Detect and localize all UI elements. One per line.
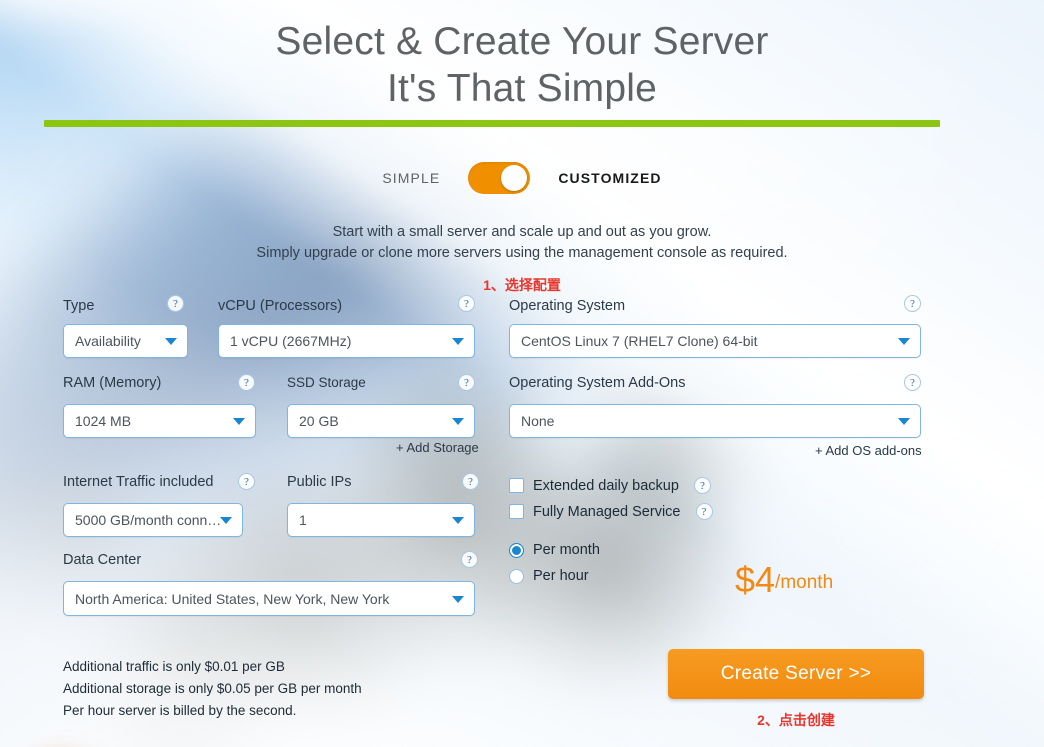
help-icon-ssd-storage[interactable]: ? xyxy=(458,374,475,391)
select-data-center-value: North America: United States, New York, … xyxy=(75,590,390,607)
radio-label-per-month: Per month xyxy=(533,542,600,558)
annotation-step-2: 2、点击创建 xyxy=(757,712,835,728)
mode-toggle-label-customized[interactable]: CUSTOMIZED xyxy=(558,170,661,186)
radio-per-month[interactable] xyxy=(509,542,524,558)
field-internet-traffic-label: Internet Traffic included xyxy=(63,474,214,490)
field-vcpu: vCPU (Processors) ? 1 vCPU (2667MHz) xyxy=(218,295,475,358)
select-public-ips[interactable]: 1 xyxy=(287,503,475,537)
page-title-line-1: Select & Create Your Server xyxy=(275,20,769,63)
help-icon-internet-traffic[interactable]: ? xyxy=(238,473,255,490)
field-operating-system-label: Operating System xyxy=(509,298,626,314)
intro-text: Start with a small server and scale up a… xyxy=(0,222,1044,264)
fine-print-line-1: Additional traffic is only $0.01 per GB xyxy=(63,659,285,674)
select-type[interactable]: Availability xyxy=(63,324,188,358)
chevron-down-icon xyxy=(452,338,464,345)
green-divider-rule xyxy=(44,120,940,127)
chevron-down-icon xyxy=(452,418,464,425)
select-vcpu[interactable]: 1 vCPU (2667MHz) xyxy=(218,324,475,358)
field-ssd-storage: SSD Storage ? 20 GB xyxy=(287,374,475,438)
select-ssd-storage-value: 20 GB xyxy=(299,413,339,429)
select-public-ips-value: 1 xyxy=(299,512,307,528)
help-icon-vcpu[interactable]: ? xyxy=(458,295,475,312)
checkbox-label-extended-daily-backup: Extended daily backup xyxy=(533,477,679,494)
fine-print: Additional traffic is only $0.01 per GB … xyxy=(63,656,362,722)
chevron-down-icon xyxy=(452,595,464,603)
chevron-down-icon xyxy=(898,338,910,345)
select-internet-traffic[interactable]: 5000 GB/month conn… xyxy=(63,503,243,537)
price-amount: $4 xyxy=(735,559,776,600)
chevron-down-icon xyxy=(898,418,910,425)
select-data-center[interactable]: North America: United States, New York, … xyxy=(63,581,475,616)
select-type-value: Availability xyxy=(75,333,141,349)
help-icon-fully-managed-service[interactable]: ? xyxy=(695,503,713,520)
price-display: $4/month xyxy=(735,562,833,598)
field-data-center-label: Data Center xyxy=(63,552,142,568)
help-icon-public-ips[interactable]: ? xyxy=(462,473,479,490)
select-operating-system-value: CentOS Linux 7 (RHEL7 Clone) 64-bit xyxy=(521,333,758,349)
mode-toggle-row: SIMPLE CUSTOMIZED xyxy=(0,160,1044,196)
field-ram-label: RAM (Memory) xyxy=(63,375,162,391)
intro-line-1: Start with a small server and scale up a… xyxy=(332,224,712,240)
help-icon-operating-system[interactable]: ? xyxy=(904,295,921,312)
select-os-addons[interactable]: None xyxy=(509,404,921,438)
select-vcpu-value: 1 vCPU (2667MHz) xyxy=(230,333,352,349)
field-os-addons-label: Operating System Add-Ons xyxy=(509,375,686,391)
field-internet-traffic: Internet Traffic included ? 5000 GB/mont… xyxy=(63,473,256,537)
select-ram[interactable]: 1024 MB xyxy=(63,404,256,438)
checkbox-fully-managed-service[interactable] xyxy=(509,504,524,519)
chevron-down-icon xyxy=(220,517,232,524)
chevron-down-icon xyxy=(233,418,245,425)
intro-line-2: Simply upgrade or clone more servers usi… xyxy=(256,245,788,261)
fine-print-line-3: Per hour server is billed by the second. xyxy=(63,703,297,718)
select-ram-value: 1024 MB xyxy=(75,413,132,429)
select-os-addons-value: None xyxy=(521,413,555,429)
field-vcpu-label: vCPU (Processors) xyxy=(218,298,343,314)
radio-per-hour[interactable] xyxy=(509,568,524,584)
help-icon-extended-daily-backup[interactable]: ? xyxy=(693,477,711,494)
radio-row-per-hour[interactable]: Per hour xyxy=(509,568,589,584)
field-public-ips-label: Public IPs xyxy=(287,474,352,490)
select-ssd-storage[interactable]: 20 GB xyxy=(287,404,475,438)
mode-toggle-label-simple[interactable]: SIMPLE xyxy=(382,170,440,186)
help-icon-ram[interactable]: ? xyxy=(238,374,255,391)
mode-toggle-knob xyxy=(501,165,528,191)
help-icon-data-center[interactable]: ? xyxy=(461,551,478,568)
select-operating-system[interactable]: CentOS Linux 7 (RHEL7 Clone) 64-bit xyxy=(509,324,921,358)
add-os-addons-link[interactable]: + Add OS add-ons xyxy=(815,443,922,458)
field-type: Type ? Availability xyxy=(63,295,188,358)
annotation-step-1: 1、选择配置 xyxy=(483,277,561,293)
fine-print-line-2: Additional storage is only $0.05 per GB … xyxy=(63,681,362,696)
chevron-down-icon xyxy=(452,517,464,524)
help-icon-os-addons[interactable]: ? xyxy=(904,374,921,391)
radio-row-per-month[interactable]: Per month xyxy=(509,542,600,558)
field-public-ips: Public IPs ? 1 xyxy=(287,473,479,537)
mode-toggle-switch[interactable] xyxy=(468,162,531,194)
radio-label-per-hour: Per hour xyxy=(533,568,589,584)
field-type-label: Type xyxy=(63,298,95,314)
checkbox-row-extended-daily-backup[interactable]: Extended daily backup ? xyxy=(509,477,711,494)
page-title: Select & Create Your Server It's That Si… xyxy=(0,18,1044,112)
field-os-addons: Operating System Add-Ons ? None xyxy=(509,374,921,438)
field-data-center: Data Center ? North America: United Stat… xyxy=(63,551,478,616)
field-ram: RAM (Memory) ? 1024 MB xyxy=(63,374,256,438)
select-internet-traffic-value: 5000 GB/month conn… xyxy=(75,512,222,528)
checkbox-row-fully-managed-service[interactable]: Fully Managed Service ? xyxy=(509,503,713,520)
price-period: /month xyxy=(775,572,834,593)
field-ssd-storage-label: SSD Storage xyxy=(287,375,366,390)
page-title-line-2: It's That Simple xyxy=(386,67,658,110)
create-server-button[interactable]: Create Server >> xyxy=(668,649,924,699)
checkbox-label-fully-managed-service: Fully Managed Service xyxy=(533,503,681,520)
help-icon-type[interactable]: ? xyxy=(167,295,184,312)
chevron-down-icon xyxy=(165,338,177,345)
field-operating-system: Operating System ? CentOS Linux 7 (RHEL7… xyxy=(509,295,921,358)
add-storage-link[interactable]: + Add Storage xyxy=(396,440,479,455)
checkbox-extended-daily-backup[interactable] xyxy=(509,478,524,493)
